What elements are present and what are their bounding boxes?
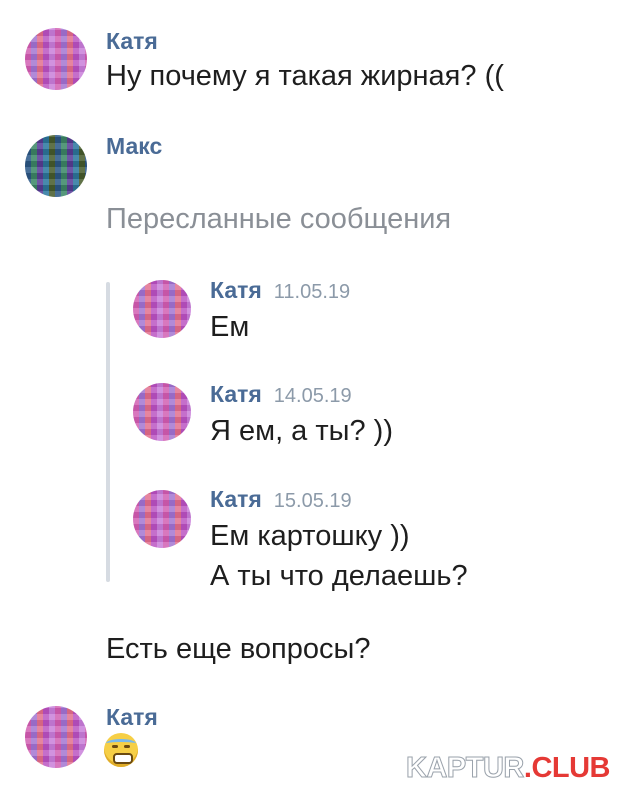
sweating-smile-emoji [104,733,138,767]
author-name[interactable]: Катя [210,277,262,303]
message-text: Ну почему я такая жирная? (( [106,60,504,92]
forwarded-text: А ты что делаешь? [210,560,468,592]
watermark-part1: KAPTUR [406,752,525,785]
author-name[interactable]: Катя [210,381,262,407]
watermark-part2: .CLUB [523,752,611,784]
message-date: 15.05.19 [273,490,352,512]
watermark: KAPTUR.CLUB [406,752,611,785]
author-name[interactable]: Катя [106,704,158,731]
avatar-maks[interactable] [25,135,87,197]
forwarded-author[interactable]: Катя 14.05.19 [210,381,352,408]
message-date: 14.05.19 [273,385,352,407]
avatar-katya[interactable] [133,490,191,548]
forwarded-text: Ем картошку )) [210,520,410,552]
author-name[interactable]: Катя [210,486,262,512]
message-text: Есть еще вопросы? [106,633,371,665]
forwarded-label: Пересланные сообщения [106,203,452,235]
message-date: 11.05.19 [273,281,351,303]
forwarded-author[interactable]: Катя 11.05.19 [210,277,350,304]
forwarded-text: Ем [210,311,250,343]
forwarded-bar [106,282,110,582]
avatar-katya[interactable] [133,383,191,441]
forwarded-text: Я ем, а ты? )) [210,415,393,447]
avatar-katya[interactable] [133,280,191,338]
author-name[interactable]: Макс [106,133,162,160]
author-name[interactable]: Катя [106,28,158,55]
forwarded-author[interactable]: Катя 15.05.19 [210,486,352,513]
avatar-katya[interactable] [25,28,87,90]
avatar-katya[interactable] [25,706,87,768]
